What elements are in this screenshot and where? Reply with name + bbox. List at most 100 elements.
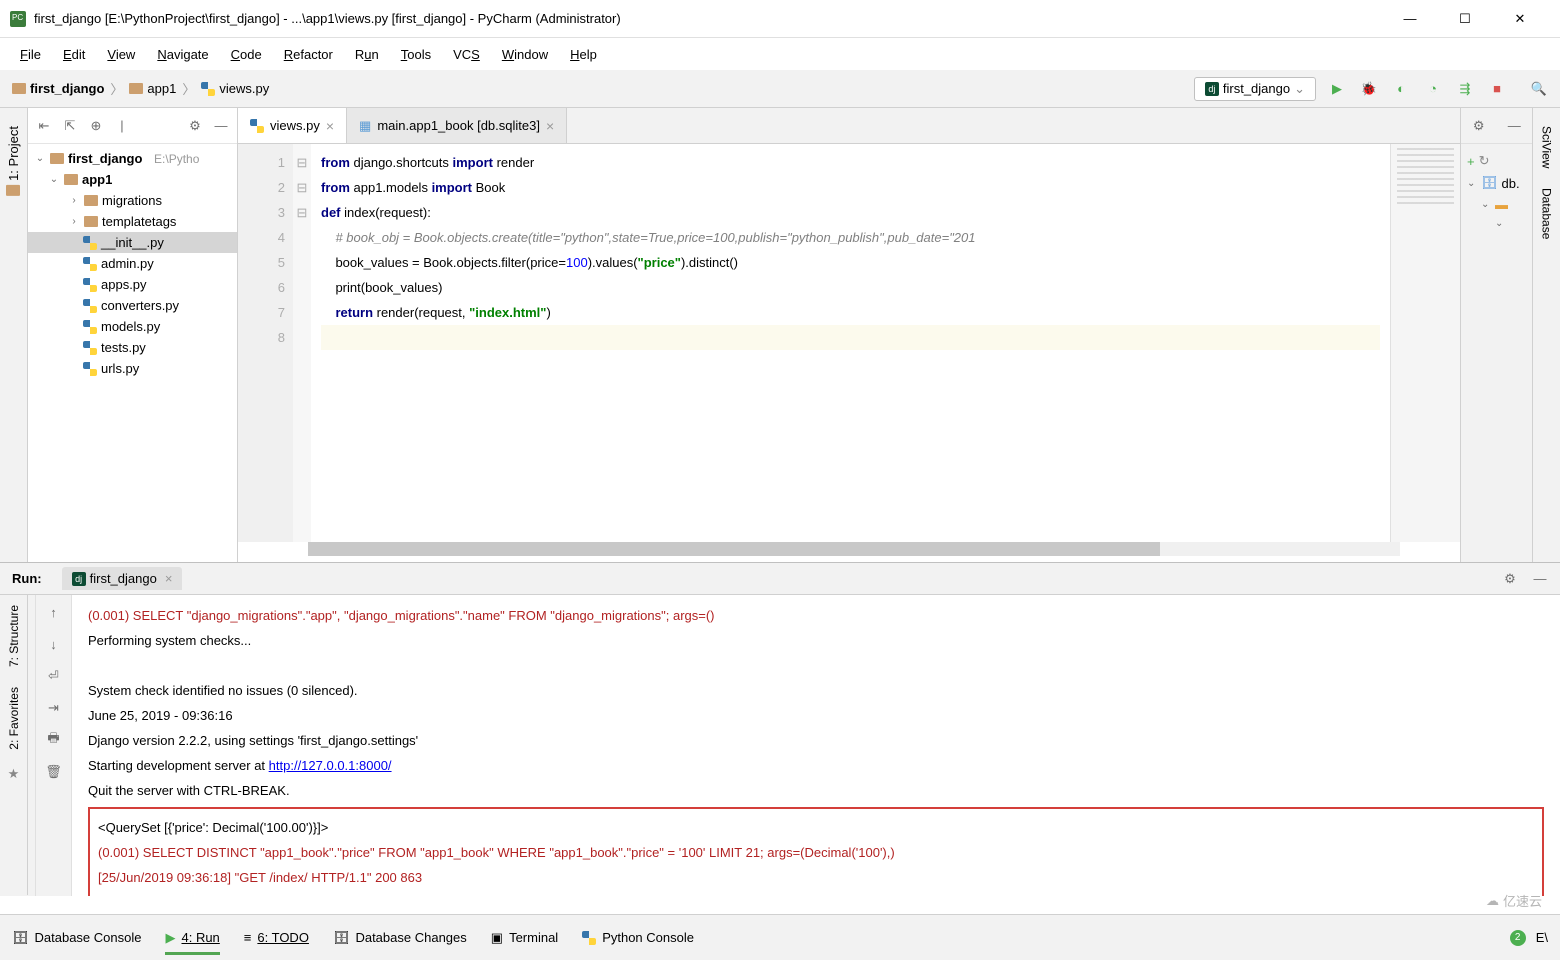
database-tab[interactable]: Database — [1536, 178, 1558, 249]
debug-icon[interactable]: 🐞 — [1360, 80, 1378, 98]
menu-file[interactable]: File — [10, 43, 51, 66]
divider: | — [114, 118, 130, 134]
coverage-icon[interactable]: ◐ — [1392, 80, 1410, 98]
console-output[interactable]: (0.001) SELECT "django_migrations"."app"… — [72, 595, 1560, 896]
scrollbar-thumb[interactable] — [308, 542, 1160, 556]
gear-icon[interactable]: ⚙ — [1471, 118, 1487, 134]
run-header-icons: ⚙ — — [1502, 571, 1548, 587]
menu-edit[interactable]: Edit — [53, 43, 95, 66]
close-button[interactable]: ✕ — [1505, 9, 1535, 29]
trash-icon[interactable]: 🗑 — [45, 763, 63, 781]
console-line: Starting development server at http://12… — [88, 753, 1544, 778]
menu-navigate[interactable]: Navigate — [147, 43, 218, 66]
status-db-changes[interactable]: 🗄Database Changes — [333, 930, 467, 946]
status-todo[interactable]: ≡6: TODO — [244, 930, 309, 945]
console-line: [25/Jun/2019 09:36:18] "GET /index/ HTTP… — [98, 865, 1534, 890]
status-db-console[interactable]: 🗄Database Console — [12, 930, 141, 946]
db-tree: +↻ ⌄🗄db. ⌄▬ ⌄ — [1461, 144, 1532, 238]
maximize-button[interactable]: ☐ — [1450, 9, 1480, 29]
down-icon[interactable]: ↓ — [45, 635, 63, 653]
status-run[interactable]: ▶4: Run — [165, 930, 219, 955]
sciview-tab[interactable]: SciView — [1536, 116, 1558, 178]
db-sub2[interactable]: ⌄ — [1467, 215, 1526, 232]
menu-view[interactable]: View — [97, 43, 145, 66]
breadcrumb-file[interactable]: views.py — [201, 81, 269, 96]
up-icon[interactable]: ↑ — [45, 603, 63, 621]
close-icon[interactable]: × — [165, 571, 173, 586]
python-file-icon — [83, 257, 97, 271]
status-terminal[interactable]: ▣Terminal — [491, 930, 558, 946]
locate-icon[interactable]: ⊕ — [88, 118, 104, 134]
db-item[interactable]: ⌄🗄db. — [1467, 172, 1526, 194]
wrap-icon[interactable]: ⏎ — [45, 667, 63, 685]
breadcrumb-app[interactable]: app1 — [129, 81, 176, 96]
code-content[interactable]: from django.shortcuts import render from… — [311, 144, 1390, 542]
menu-code[interactable]: Code — [221, 43, 272, 66]
breadcrumb-root[interactable]: first_django — [12, 81, 104, 96]
pycharm-icon — [10, 11, 26, 27]
project-tool-tab[interactable]: 1: Project — [2, 116, 25, 206]
run-tab-label: first_django — [90, 571, 157, 586]
db-sub[interactable]: ⌄▬ — [1467, 194, 1526, 215]
stop-icon[interactable]: ■ — [1488, 80, 1506, 98]
expand-icon[interactable]: ⇱ — [62, 118, 78, 134]
titlebar: first_django [E:\PythonProject\first_dja… — [0, 0, 1560, 38]
profile-icon[interactable]: ◔ — [1424, 80, 1442, 98]
scroll-icon[interactable]: ⇥ — [45, 699, 63, 717]
menu-window[interactable]: Window — [492, 43, 558, 66]
schema-icon: ▬ — [1495, 197, 1508, 212]
concurrency-icon[interactable]: ⇶ — [1456, 80, 1474, 98]
tree-templatetags[interactable]: ›templatetags — [28, 211, 237, 232]
tree-apps[interactable]: apps.py — [28, 274, 237, 295]
gear-icon[interactable]: ⚙ — [187, 118, 203, 134]
db-add[interactable]: +↻ — [1467, 150, 1526, 172]
server-url-link[interactable]: http://127.0.0.1:8000/ — [269, 758, 392, 773]
close-icon[interactable]: × — [326, 118, 334, 134]
python-file-icon — [83, 278, 97, 292]
folder-icon — [64, 174, 78, 185]
tree-converters[interactable]: converters.py — [28, 295, 237, 316]
minimize-button[interactable]: — — [1395, 9, 1425, 29]
menu-help[interactable]: Help — [560, 43, 607, 66]
collapse-icon[interactable]: ⇤ — [36, 118, 52, 134]
tree-root[interactable]: ⌄first_django E:\Pytho — [28, 148, 237, 169]
menu-refactor[interactable]: Refactor — [274, 43, 343, 66]
code-editor[interactable]: 12345678 ⊟⊟⊟ from django.shortcuts impor… — [238, 144, 1460, 542]
folder-icon — [129, 83, 143, 94]
menu-vcs[interactable]: VCS — [443, 43, 490, 66]
chevron-right-icon: › — [68, 195, 80, 206]
gear-icon[interactable]: ⚙ — [1502, 571, 1518, 587]
hide-icon[interactable]: — — [213, 118, 229, 134]
editor-tab-db[interactable]: ▦main.app1_book [db.sqlite3]× — [347, 108, 567, 143]
editor-tab-views[interactable]: views.py× — [238, 108, 347, 143]
plus-icon: + — [1467, 154, 1475, 169]
run-config-selector[interactable]: dj first_django ⌄ — [1194, 77, 1316, 101]
tree-init[interactable]: __init__.py — [28, 232, 237, 253]
python-file-icon — [201, 82, 215, 96]
status-py-console[interactable]: Python Console — [582, 930, 694, 945]
favorites-tab[interactable]: 2: Favorites — [3, 677, 25, 760]
search-icon[interactable]: 🔍 — [1530, 80, 1548, 98]
tree-models[interactable]: models.py — [28, 316, 237, 337]
tree-app1[interactable]: ⌄app1 — [28, 169, 237, 190]
run-icon[interactable]: ▶ — [1328, 80, 1346, 98]
hide-icon[interactable]: — — [1532, 571, 1548, 587]
print-icon[interactable]: 🖶 — [45, 731, 63, 749]
horizontal-scrollbar[interactable] — [308, 542, 1400, 556]
minimap[interactable] — [1390, 144, 1460, 542]
run-tab[interactable]: djfirst_django× — [62, 567, 183, 590]
menu-tools[interactable]: Tools — [391, 43, 441, 66]
console-line: Performing system checks... — [88, 628, 1544, 653]
close-icon[interactable]: × — [546, 118, 554, 134]
event-badge[interactable]: 2 — [1510, 930, 1526, 946]
tree-urls[interactable]: urls.py — [28, 358, 237, 379]
tree-tests[interactable]: tests.py — [28, 337, 237, 358]
menu-run[interactable]: Run — [345, 43, 389, 66]
tree-migrations[interactable]: ›migrations — [28, 190, 237, 211]
hide-icon[interactable]: — — [1506, 118, 1522, 134]
star-icon: ★ — [8, 766, 20, 782]
tree-admin[interactable]: admin.py — [28, 253, 237, 274]
structure-tab[interactable]: 7: Structure — [3, 595, 25, 677]
status-encoding[interactable]: E\ — [1536, 930, 1548, 945]
fold-column[interactable]: ⊟⊟⊟ — [293, 144, 311, 542]
